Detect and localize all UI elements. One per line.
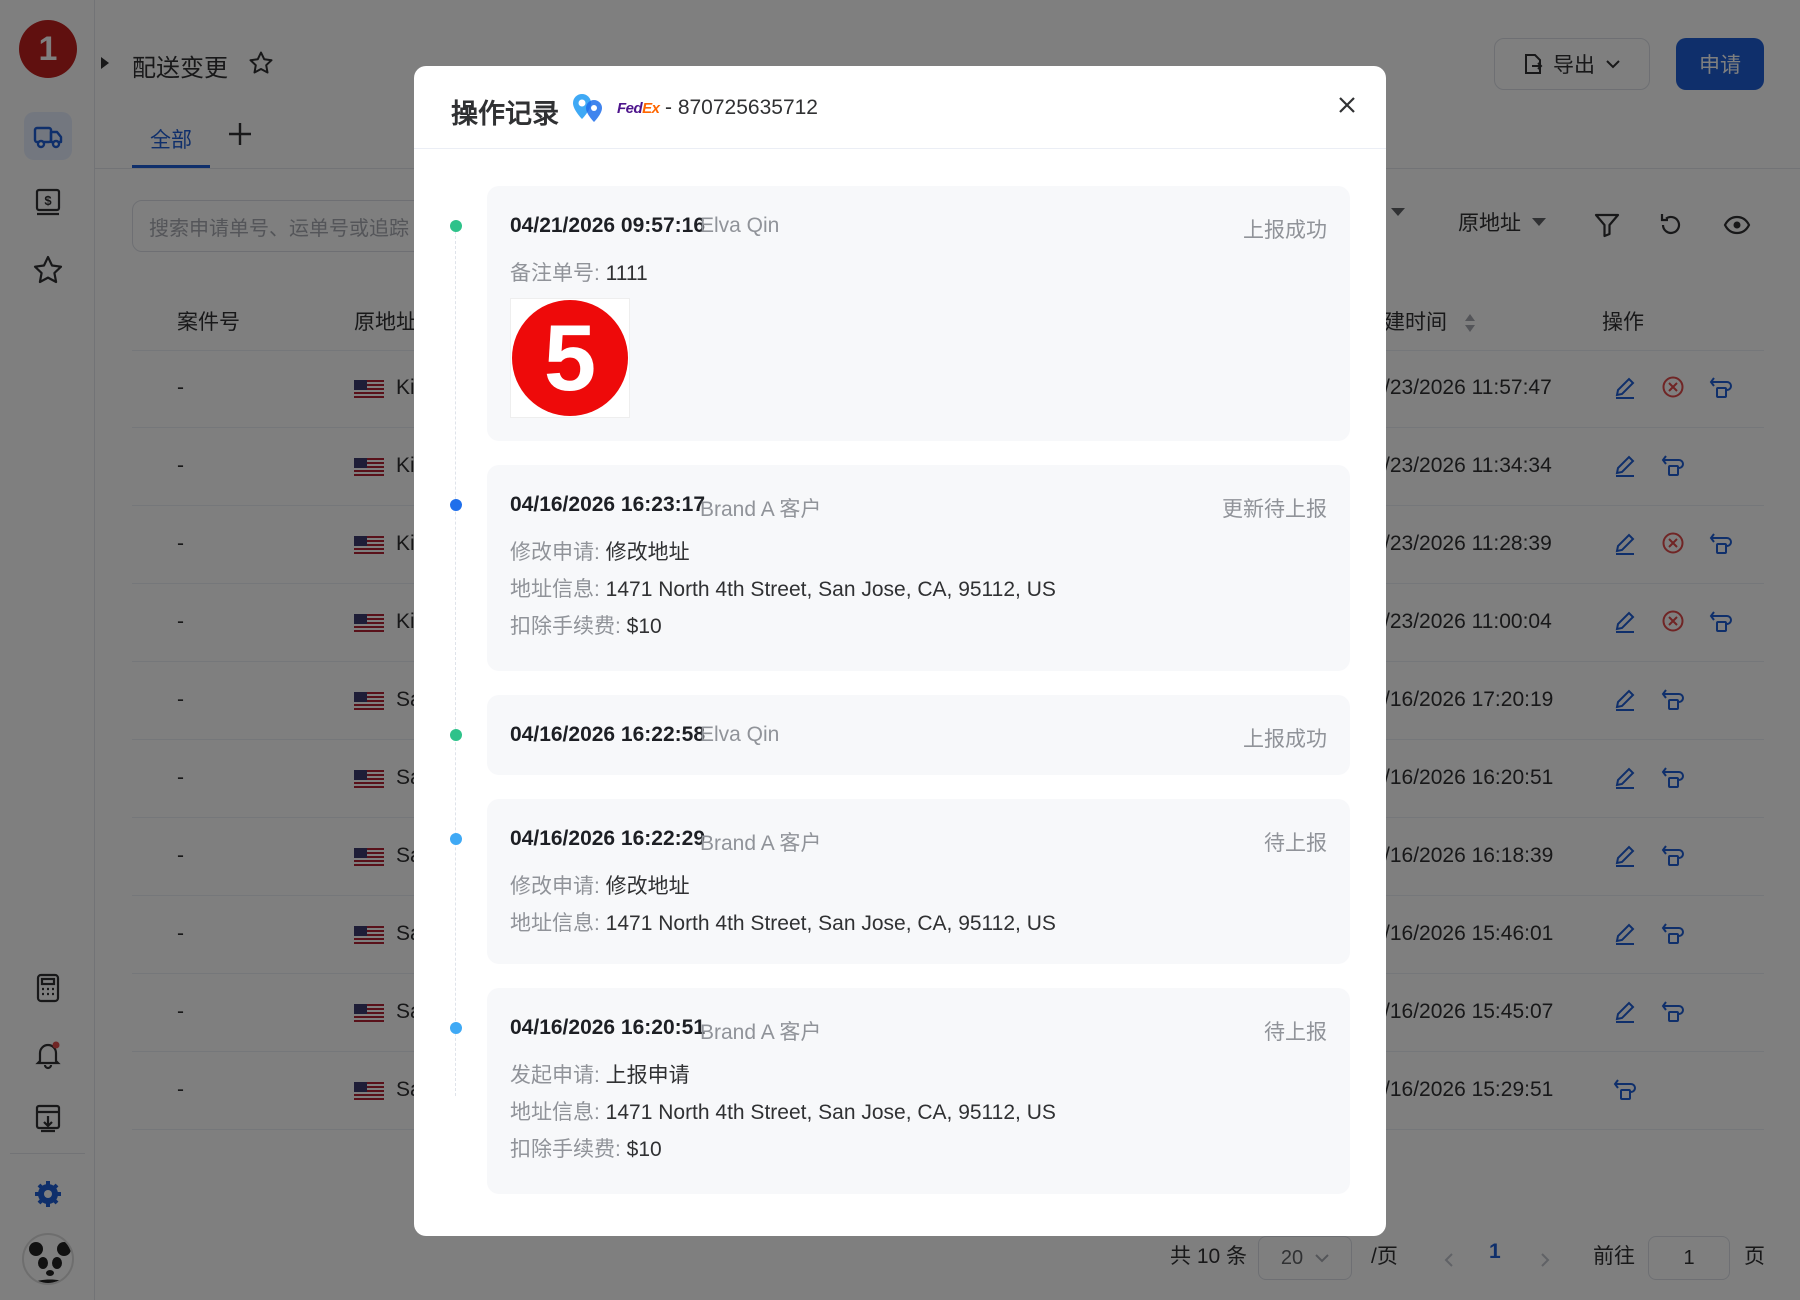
record-status: 上报成功 [1243, 219, 1327, 242]
record-detail-label: 备注单号: [510, 262, 606, 285]
close-icon[interactable] [1334, 92, 1360, 118]
record-user: Elva Qin [700, 723, 780, 746]
timeline-record-card: 04/16/2026 16:23:17 Brand A 客户 更新待上报修改申请: … [487, 465, 1350, 671]
record-detail-line: 地址信息: 1471 North 4th Street, San Jose, C… [510, 907, 1056, 937]
record-detail-label: 扣除手续费: [510, 1138, 627, 1161]
carrier-ex-text: Ex [642, 100, 660, 117]
carrier-fed-text: Fed [617, 100, 643, 117]
attachment-image-number: 5 [512, 300, 628, 416]
timeline-dot [450, 220, 462, 232]
record-user: Elva Qin [700, 214, 780, 237]
record-detail-label: 修改申请: [510, 541, 606, 564]
record-detail-line: 发起申请: 上报申请 [510, 1059, 690, 1089]
timeline-record-card: 04/21/2026 09:57:16 Elva Qin 上报成功备注单号: 111… [487, 186, 1350, 441]
record-status: 待上报 [1264, 1021, 1327, 1044]
record-detail-line: 扣除手续费: $10 [510, 1133, 662, 1163]
record-detail-value: 1471 North 4th Street, San Jose, CA, 951… [605, 912, 1056, 935]
record-time: 04/16/2026 16:22:29 [510, 827, 705, 850]
record-time: 04/16/2026 16:20:51 [510, 1016, 705, 1039]
record-user: Brand A 客户 [700, 1021, 822, 1044]
record-detail-value: 1471 North 4th Street, San Jose, CA, 951… [605, 578, 1056, 601]
record-detail-value: 1471 North 4th Street, San Jose, CA, 951… [605, 1101, 1056, 1124]
record-status: 更新待上报 [1222, 498, 1327, 521]
location-pin-icon [573, 94, 602, 122]
timeline-dot [450, 1022, 462, 1034]
tracking-number: - 870725635712 [665, 96, 818, 119]
record-user: Brand A 客户 [700, 498, 822, 521]
timeline-record-card: 04/16/2026 16:22:58 Elva Qin 上报成功 [487, 695, 1350, 775]
record-user: Brand A 客户 [700, 832, 822, 855]
record-detail-label: 地址信息: [510, 1101, 606, 1124]
record-detail-line: 备注单号: 1111 [510, 257, 648, 287]
record-status: 待上报 [1264, 832, 1327, 855]
record-detail-label: 发起申请: [510, 1064, 606, 1087]
record-time: 04/21/2026 09:57:16 [510, 214, 705, 237]
carrier-logo: FedEx [617, 100, 660, 117]
operation-log-dialog: 操作记录 FedEx - 870725635712 04/21/2026 09:… [414, 66, 1386, 1236]
record-time: 04/16/2026 16:23:17 [510, 493, 705, 516]
record-status: 上报成功 [1243, 728, 1327, 751]
record-detail-value: $10 [626, 1138, 662, 1161]
record-detail-value: 修改地址 [605, 541, 690, 564]
record-detail-line: 扣除手续费: $10 [510, 610, 662, 640]
timeline-record-card: 04/16/2026 16:20:51 Brand A 客户 待上报发起申请: 上报… [487, 988, 1350, 1194]
record-detail-value: 上报申请 [605, 1064, 690, 1087]
dialog-header: 操作记录 FedEx - 870725635712 [414, 66, 1386, 149]
record-detail-label: 扣除手续费: [510, 615, 627, 638]
record-detail-line: 修改申请: 修改地址 [510, 536, 690, 566]
record-detail-line: 修改申请: 修改地址 [510, 870, 690, 900]
record-detail-label: 修改申请: [510, 875, 606, 898]
record-detail-label: 地址信息: [510, 578, 606, 601]
record-detail-line: 地址信息: 1471 North 4th Street, San Jose, C… [510, 1096, 1056, 1126]
record-detail-label: 地址信息: [510, 912, 606, 935]
attachment-thumbnail[interactable]: 5 [510, 298, 630, 418]
record-detail-value: 1111 [605, 262, 648, 285]
record-detail-value: $10 [626, 615, 662, 638]
timeline-dot [450, 729, 462, 741]
record-detail-value: 修改地址 [605, 875, 690, 898]
dialog-title: 操作记录 [451, 99, 559, 129]
timeline-dot [450, 833, 462, 845]
record-time: 04/16/2026 16:22:58 [510, 723, 705, 746]
timeline-line [455, 226, 456, 1096]
record-detail-line: 地址信息: 1471 North 4th Street, San Jose, C… [510, 573, 1056, 603]
timeline-record-card: 04/16/2026 16:22:29 Brand A 客户 待上报修改申请: 修改… [487, 799, 1350, 964]
timeline-dot [450, 499, 462, 511]
